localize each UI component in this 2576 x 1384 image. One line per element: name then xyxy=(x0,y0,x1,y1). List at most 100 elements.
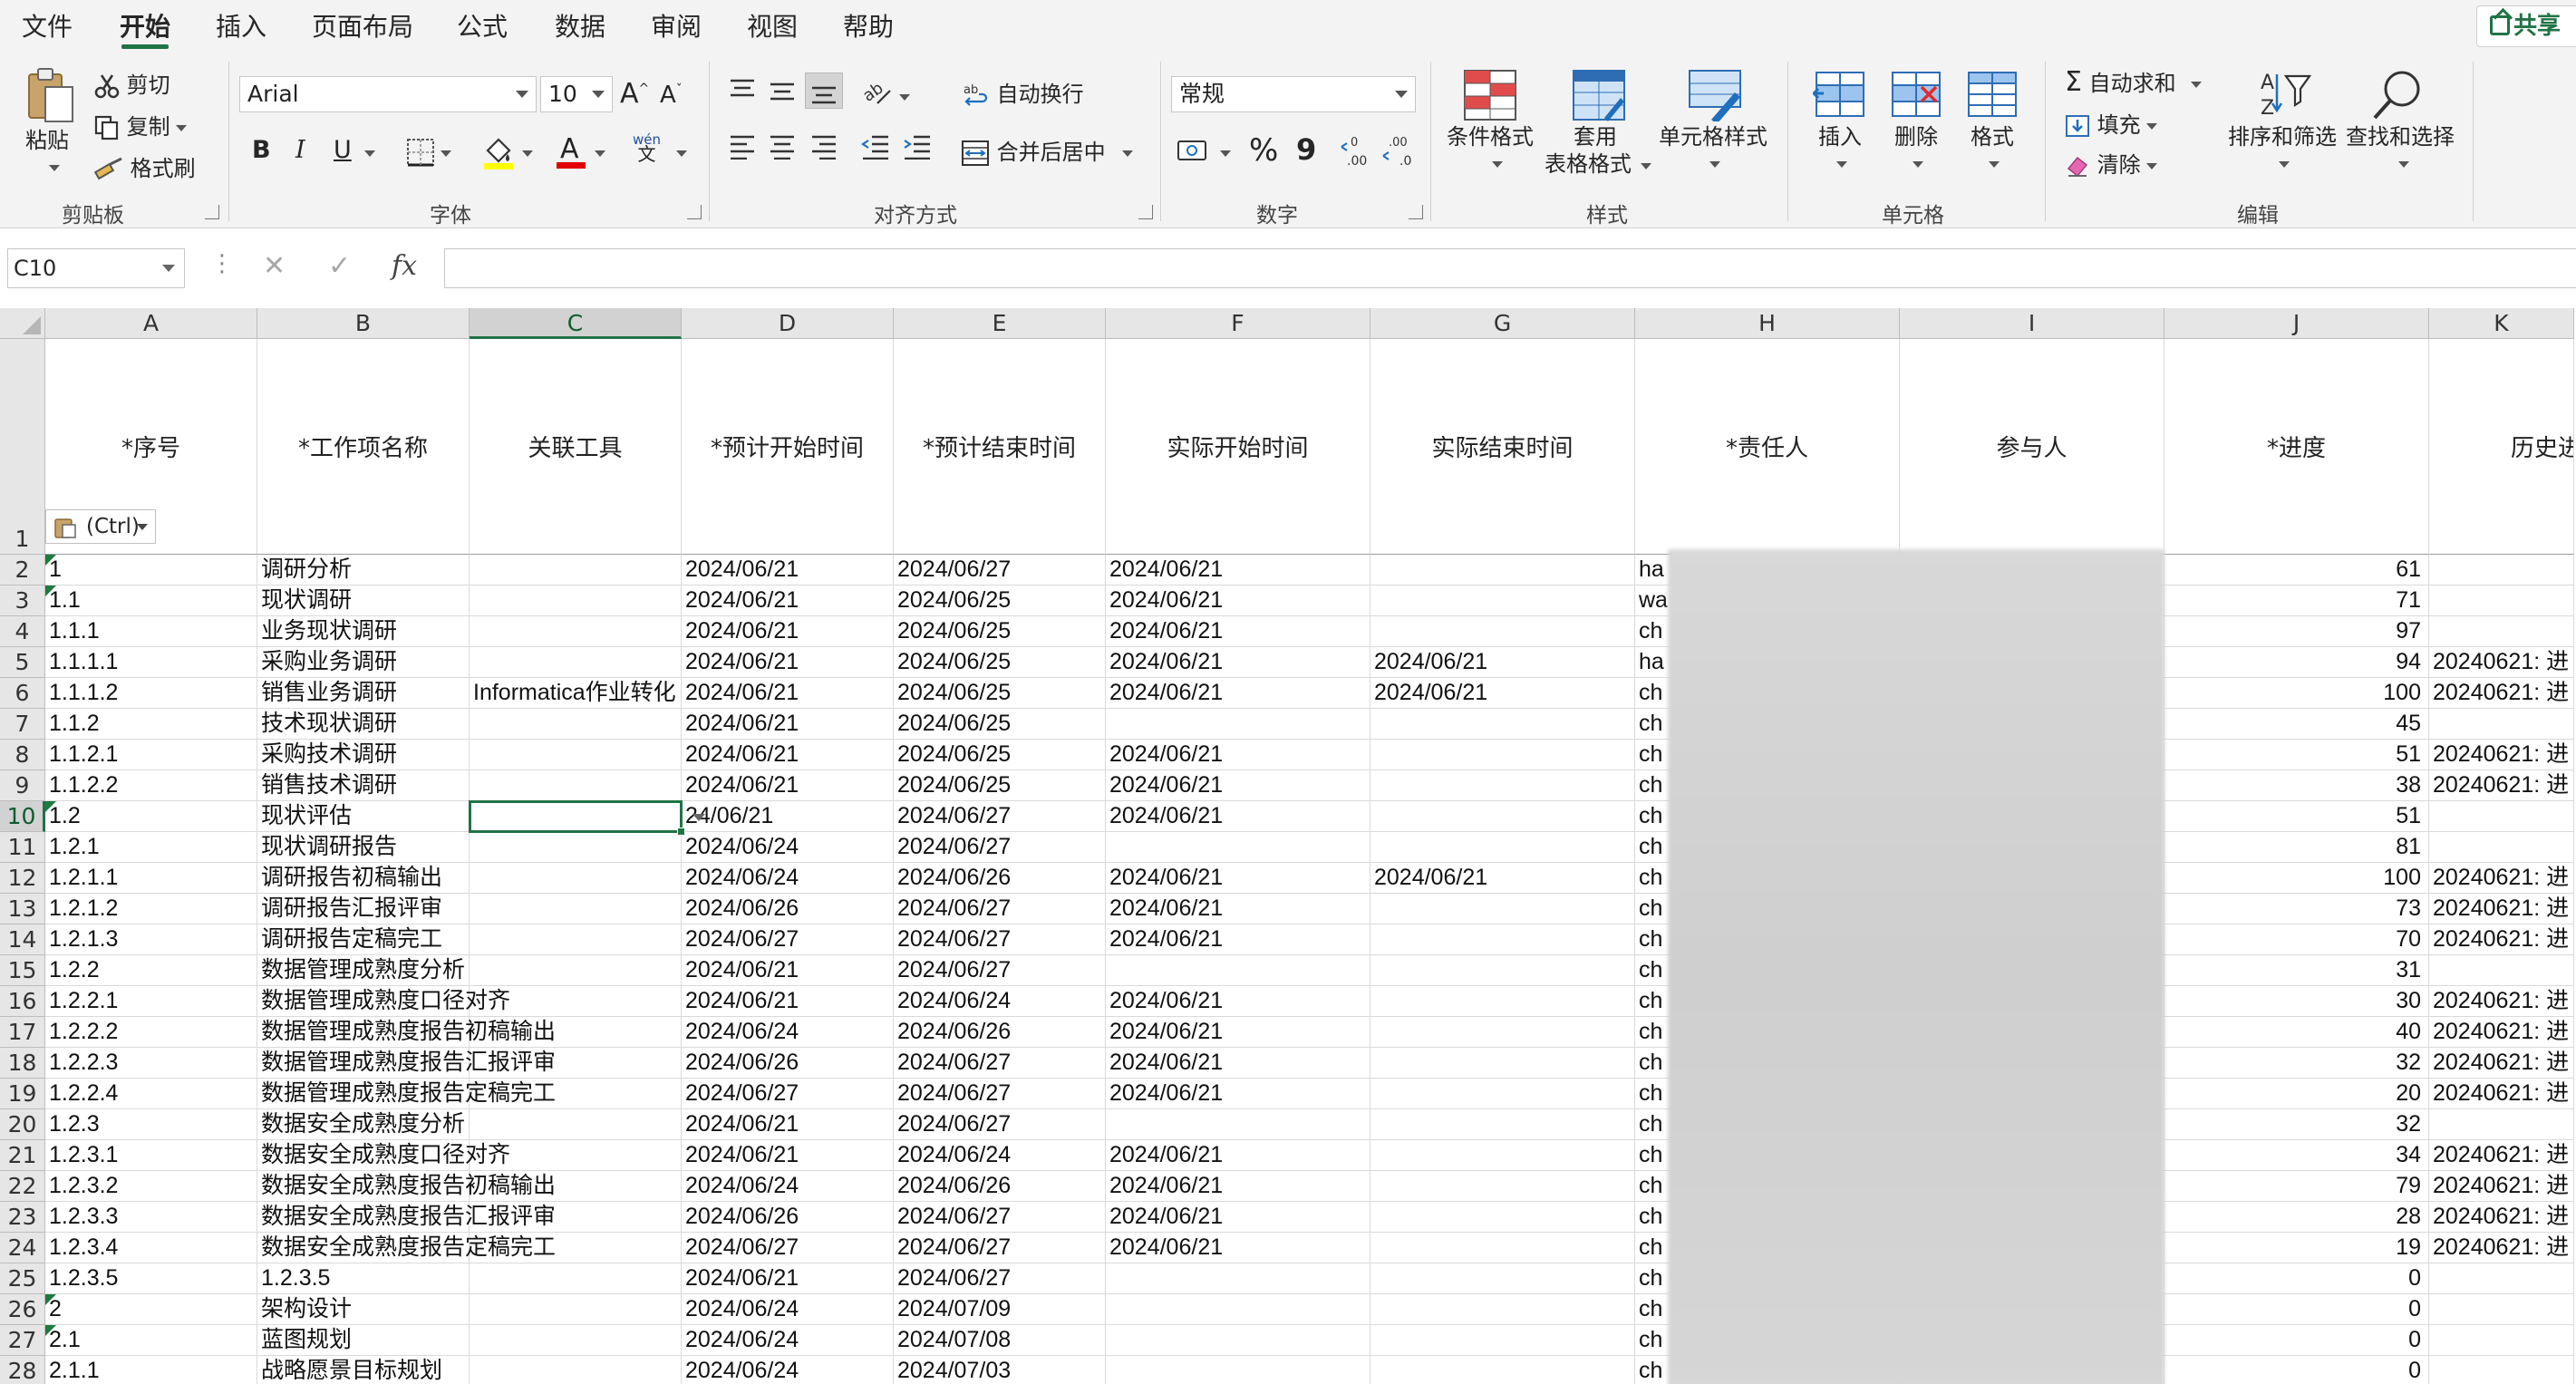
cell-d9[interactable]: 2024/06/21 xyxy=(682,770,894,801)
cell-k2[interactable] xyxy=(2429,555,2574,586)
fill-color-dropdown[interactable] xyxy=(517,140,533,165)
underline-button[interactable]: U xyxy=(334,136,352,164)
cell-c8[interactable] xyxy=(470,740,682,770)
column-title-cell[interactable]: *进度 xyxy=(2164,339,2429,555)
cell-e18[interactable]: 2024/06/27 xyxy=(894,1048,1106,1079)
currency-icon[interactable] xyxy=(1177,138,1209,165)
cell-g4[interactable] xyxy=(1370,616,1635,647)
cell-a7[interactable]: 1.1.2 xyxy=(45,709,257,740)
cell-b16[interactable]: 数据管理成熟度口径对齐 xyxy=(257,986,510,1017)
cell-d26[interactable]: 2024/06/24 xyxy=(682,1294,894,1325)
cell-e19[interactable]: 2024/06/27 xyxy=(894,1079,1106,1109)
cell-b19[interactable]: 数据管理成熟度报告定稿完工 xyxy=(257,1079,556,1109)
cell-a3[interactable]: 1.1 xyxy=(45,586,257,616)
cell-f17[interactable]: 2024/06/21 xyxy=(1106,1017,1370,1048)
cell-e2[interactable]: 2024/06/27 xyxy=(894,555,1106,586)
orientation-icon[interactable]: ab xyxy=(861,76,892,107)
cell-d13[interactable]: 2024/06/26 xyxy=(682,894,894,924)
tab-data[interactable]: 数据 xyxy=(553,9,607,47)
cell-j23[interactable]: 28 xyxy=(2164,1202,2429,1233)
cell-k19[interactable]: 20240621: 进 xyxy=(2429,1079,2574,1109)
cell-b18[interactable]: 数据管理成熟度报告汇报评审 xyxy=(257,1048,556,1079)
cell-a18[interactable]: 1.2.2.3 xyxy=(45,1048,257,1079)
cell-f18[interactable]: 2024/06/21 xyxy=(1106,1048,1370,1079)
row-header[interactable]: 26 xyxy=(0,1294,45,1325)
cell-k17[interactable]: 20240621: 进 xyxy=(2429,1017,2574,1048)
border-icon[interactable] xyxy=(406,138,435,167)
cell-a11[interactable]: 1.2.1 xyxy=(45,832,257,863)
cell-g26[interactable] xyxy=(1370,1294,1635,1325)
cell-k18[interactable]: 20240621: 进 xyxy=(2429,1048,2574,1079)
cell-a8[interactable]: 1.1.2.1 xyxy=(45,740,257,770)
cell-e8[interactable]: 2024/06/25 xyxy=(894,740,1106,770)
cell-f12[interactable]: 2024/06/21 xyxy=(1106,863,1370,894)
cell-d28[interactable]: 2024/06/24 xyxy=(682,1356,894,1384)
row-header[interactable]: 11 xyxy=(0,832,45,863)
column-title-cell[interactable]: *预计开始时间 xyxy=(682,339,894,555)
cell-d12[interactable]: 2024/06/24 xyxy=(682,863,894,894)
cell-c12[interactable] xyxy=(470,863,682,894)
column-header-k[interactable]: K xyxy=(2429,308,2574,339)
row-header[interactable]: 27 xyxy=(0,1325,45,1356)
cell-d27[interactable]: 2024/06/24 xyxy=(682,1325,894,1356)
cell-e11[interactable]: 2024/06/27 xyxy=(894,832,1106,863)
cell-k22[interactable]: 20240621: 进 xyxy=(2429,1171,2574,1202)
cell-g16[interactable] xyxy=(1370,986,1635,1017)
cell-b26[interactable]: 架构设计 xyxy=(257,1294,470,1325)
cell-e13[interactable]: 2024/06/27 xyxy=(894,894,1106,924)
cell-d10[interactable]: 24/06/21 xyxy=(682,801,894,832)
cell-f15[interactable] xyxy=(1106,955,1370,986)
cell-g19[interactable] xyxy=(1370,1079,1635,1109)
column-title-cell[interactable]: *责任人 xyxy=(1635,339,1900,555)
cell-j26[interactable]: 0 xyxy=(2164,1294,2429,1325)
cell-k26[interactable] xyxy=(2429,1294,2574,1325)
tab-insert[interactable]: 插入 xyxy=(214,9,268,47)
cell-d23[interactable]: 2024/06/26 xyxy=(682,1202,894,1233)
cell-f13[interactable]: 2024/06/21 xyxy=(1106,894,1370,924)
cell-a5[interactable]: 1.1.1.1 xyxy=(45,647,257,678)
cancel-icon[interactable]: ✕ xyxy=(263,250,286,282)
merge-center-button[interactable]: 合并后居中 xyxy=(961,134,1133,167)
row-header[interactable]: 1 xyxy=(0,339,45,555)
cell-g7[interactable] xyxy=(1370,709,1635,740)
cell-b14[interactable]: 调研报告定稿完工 xyxy=(257,924,470,955)
cell-g3[interactable] xyxy=(1370,586,1635,616)
cell-f27[interactable] xyxy=(1106,1325,1370,1356)
cell-g15[interactable] xyxy=(1370,955,1635,986)
row-header[interactable]: 8 xyxy=(0,740,45,770)
cell-g13[interactable] xyxy=(1370,894,1635,924)
cell-j13[interactable]: 73 xyxy=(2164,894,2429,924)
cell-d14[interactable]: 2024/06/27 xyxy=(682,924,894,955)
tab-home[interactable]: 开始 xyxy=(118,9,172,49)
cell-e14[interactable]: 2024/06/27 xyxy=(894,924,1106,955)
cell-j12[interactable]: 100 xyxy=(2164,863,2429,894)
cell-k6[interactable]: 20240621: 进 xyxy=(2429,678,2574,709)
cell-b3[interactable]: 现状调研 xyxy=(257,586,470,616)
active-cell-selection[interactable] xyxy=(469,800,685,836)
cell-b8[interactable]: 采购技术调研 xyxy=(257,740,470,770)
row-header[interactable]: 25 xyxy=(0,1263,45,1294)
cell-d2[interactable]: 2024/06/21 xyxy=(682,555,894,586)
row-header[interactable]: 12 xyxy=(0,863,45,894)
cell-dropdown-arrow[interactable] xyxy=(685,803,712,830)
fill-color-icon[interactable] xyxy=(482,134,515,170)
fill-button[interactable]: 填充 xyxy=(2065,107,2157,139)
column-title-cell[interactable]: 参与人 xyxy=(1900,339,2164,555)
cell-j20[interactable]: 32 xyxy=(2164,1109,2429,1140)
cell-c5[interactable] xyxy=(470,647,682,678)
cell-j3[interactable]: 71 xyxy=(2164,586,2429,616)
column-header-f[interactable]: F xyxy=(1106,308,1370,339)
cell-b20[interactable]: 数据安全成熟度分析 xyxy=(257,1109,470,1140)
orientation-dropdown[interactable] xyxy=(894,83,910,109)
cell-f21[interactable]: 2024/06/21 xyxy=(1106,1140,1370,1171)
cell-a16[interactable]: 1.2.2.1 xyxy=(45,986,257,1017)
cell-f25[interactable] xyxy=(1106,1263,1370,1294)
cell-f6[interactable]: 2024/06/21 xyxy=(1106,678,1370,709)
cell-f11[interactable] xyxy=(1106,832,1370,863)
cell-f20[interactable] xyxy=(1106,1109,1370,1140)
name-box[interactable]: C10 xyxy=(7,248,185,288)
cell-b22[interactable]: 数据安全成熟度报告初稿输出 xyxy=(257,1171,556,1202)
cell-d5[interactable]: 2024/06/21 xyxy=(682,647,894,678)
cell-g18[interactable] xyxy=(1370,1048,1635,1079)
cell-a22[interactable]: 1.2.3.2 xyxy=(45,1171,257,1202)
